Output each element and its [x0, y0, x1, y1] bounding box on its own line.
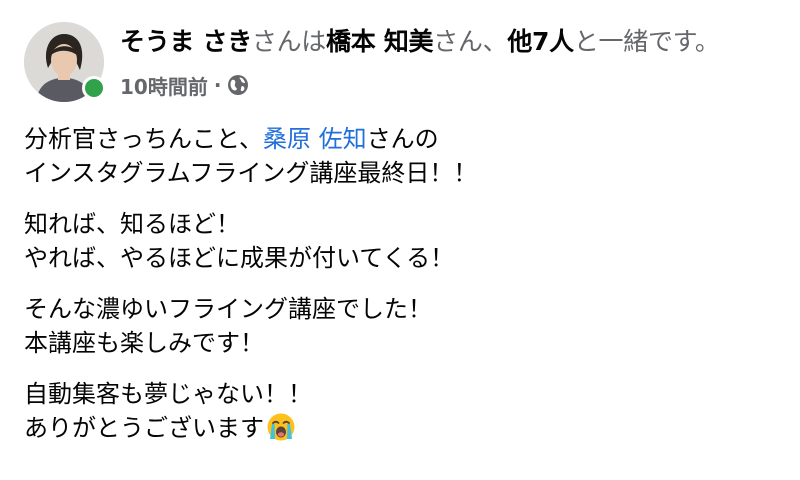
suffix-san: さん、	[433, 27, 508, 56]
text-line: 知れば、知るほど！	[24, 210, 240, 238]
text-segment: ありがとうございます	[24, 414, 264, 442]
text-line: 分析官さっちんこと、桑原 佐知さんの	[24, 122, 784, 156]
globe-icon[interactable]	[227, 74, 249, 96]
with-text: さんは	[251, 27, 327, 56]
post-paragraph-3: そんな濃ゆいフライング講座でした！ 本講座も楽しみです！	[24, 292, 784, 360]
timestamp-link[interactable]: 10時間前	[120, 71, 208, 100]
post-header: そうま さきさんは橋本 知美さん、他7人と一緒です。 10時間前 ·	[0, 0, 800, 110]
text-line: ありがとうございます	[24, 411, 784, 445]
text-line: そんな濃ゆいフライング講座でした！	[24, 295, 432, 323]
text-segment: 分析官さっちんこと、	[24, 125, 264, 153]
loudly-crying-face-icon	[266, 412, 296, 442]
text-line: インスタグラムフライング講座最終日！！	[24, 159, 478, 187]
mention-link[interactable]: 桑原 佐知	[263, 125, 367, 153]
author-avatar[interactable]	[24, 22, 106, 102]
others-link[interactable]: 他7人	[507, 27, 574, 56]
post-meta: 10時間前 ·	[120, 70, 249, 100]
text-segment: さんの	[366, 125, 439, 153]
post-paragraph-4: 自動集客も夢じゃない！！ ありがとうございます	[24, 377, 784, 445]
post-paragraph-2: 知れば、知るほど！ やれば、やるほどに成果が付いてくる！	[24, 207, 784, 275]
online-status-dot	[82, 76, 106, 100]
author-name-link[interactable]: そうま さき	[120, 27, 252, 56]
text-line: 本講座も楽しみです！	[24, 329, 264, 357]
text-line: やれば、やるほどに成果が付いてくる！	[24, 244, 455, 272]
meta-separator: ·	[213, 73, 222, 97]
trailing-text: と一緒です。	[573, 27, 720, 56]
text-line: 自動集客も夢じゃない！！	[24, 380, 312, 408]
post-paragraph-1: 分析官さっちんこと、桑原 佐知さんの インスタグラムフライング講座最終日！！	[24, 122, 784, 190]
post-title: そうま さきさんは橋本 知美さん、他7人と一緒です。	[120, 24, 720, 60]
tagged-person-link[interactable]: 橋本 知美	[326, 27, 434, 56]
post-body: 分析官さっちんこと、桑原 佐知さんの インスタグラムフライング講座最終日！！ 知…	[24, 122, 784, 462]
